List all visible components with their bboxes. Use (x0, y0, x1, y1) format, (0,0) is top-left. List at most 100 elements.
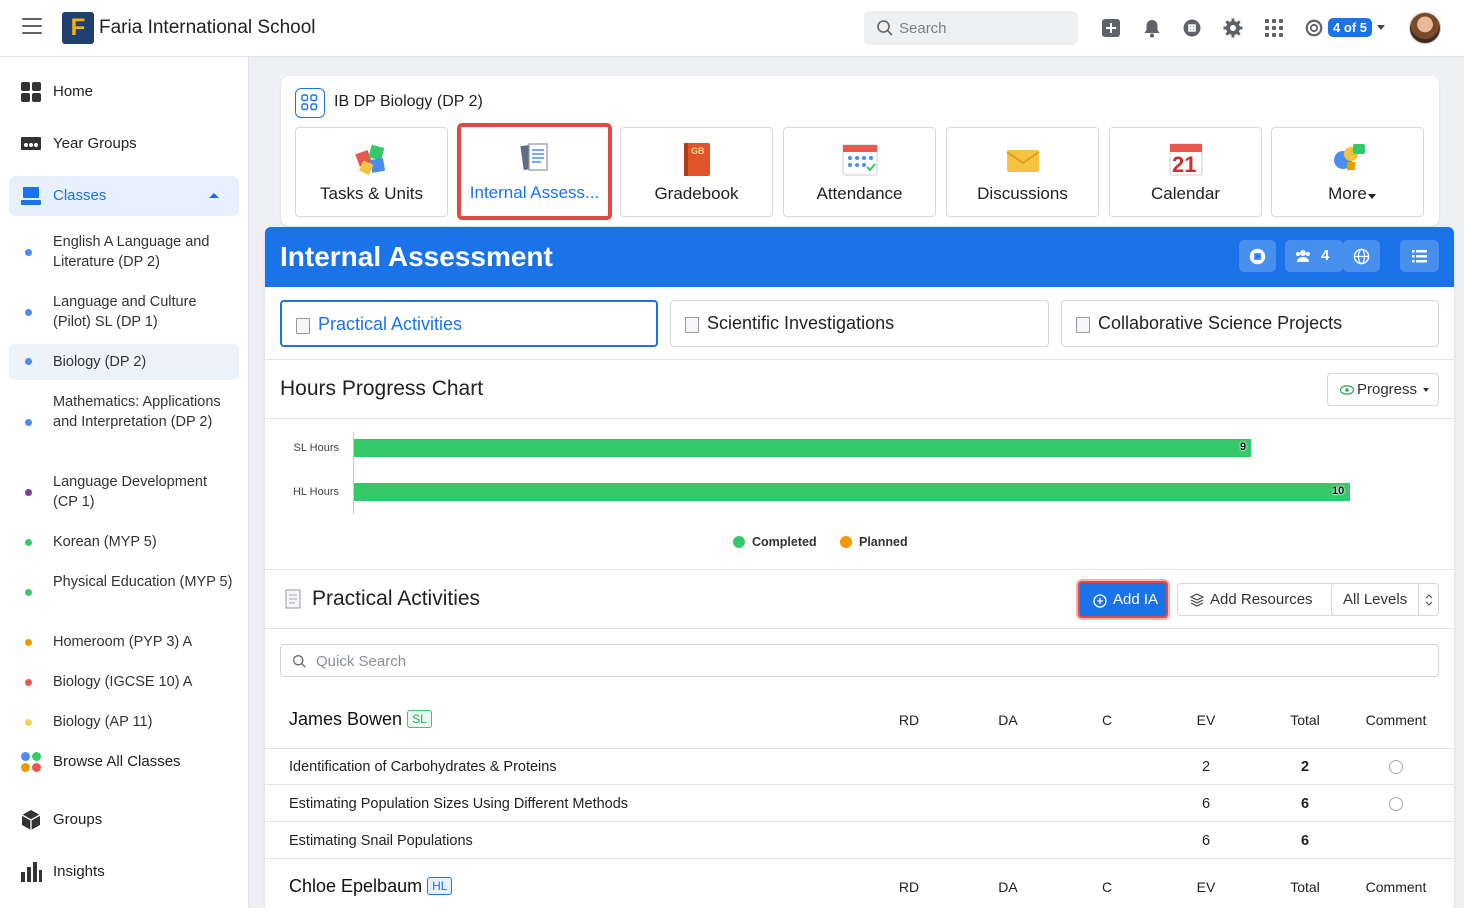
class-apps-icon[interactable] (295, 88, 325, 118)
groups-cube-icon (21, 810, 41, 830)
chart-bar[interactable] (354, 439, 1251, 457)
legend-completed[interactable]: Completed (733, 535, 817, 549)
chat-icon[interactable] (1181, 17, 1203, 39)
chart-bar[interactable] (354, 483, 1350, 501)
progress-dropdown[interactable]: Progress (1327, 373, 1439, 406)
class-color-dot (25, 679, 32, 686)
tab-practical-activities[interactable]: Practical Activities (280, 300, 658, 347)
sidebar-class-item[interactable]: Biology (AP 11) (9, 710, 239, 734)
sidebar-class-item[interactable]: Language and Culture (Pilot) SL (DP 1) (9, 290, 239, 334)
sidebar-class-item[interactable]: English A Language and Literature (DP 2) (9, 230, 239, 274)
chat-button[interactable] (1239, 240, 1276, 272)
tile-tasks-units[interactable]: Tasks & Units (295, 127, 448, 217)
levels-select[interactable]: All Levels (1331, 583, 1439, 616)
chat-icon (1249, 248, 1266, 265)
globe-button[interactable] (1343, 240, 1380, 272)
sidebar-item-year-groups[interactable]: Year Groups (9, 124, 239, 164)
search-placeholder: Search (899, 20, 947, 37)
activity-row-label[interactable]: Estimating Snail Populations (289, 833, 473, 849)
add-resources-button[interactable]: Add Resources (1177, 583, 1337, 616)
quick-search-input[interactable]: Quick Search (280, 644, 1439, 677)
activity-row-label[interactable]: Identification of Carbohydrates & Protei… (289, 759, 557, 775)
tab-scientific-investigations[interactable]: Scientific Investigations (670, 300, 1049, 347)
level-badge: HL (427, 877, 453, 895)
tile-calendar[interactable]: 21 Calendar (1109, 127, 1262, 217)
list-view-button[interactable] (1400, 240, 1439, 272)
school-logo[interactable]: F (62, 12, 94, 44)
home-dashboard-icon (21, 82, 41, 102)
apps-grid-icon[interactable] (1263, 17, 1285, 39)
chevron-up-icon[interactable] (209, 192, 219, 199)
chevron-down-icon (1368, 194, 1376, 199)
sidebar-class-item[interactable]: Mathematics: Applications and Interpreta… (9, 390, 239, 454)
column-header: Comment (1365, 712, 1427, 728)
members-count: 4 (1321, 247, 1330, 264)
gradebook-badge: GB (691, 146, 705, 156)
total-cell: 6 (1300, 833, 1310, 849)
tile-discussions[interactable]: Discussions (946, 127, 1099, 217)
internal-assessment-panel: Internal Assessment 4 Practical Activiti… (265, 227, 1454, 908)
sidebar-item-label: Classes (53, 187, 107, 204)
column-header: C (1101, 879, 1113, 895)
sidebar-class-item[interactable]: Biology (DP 2) (9, 344, 239, 380)
comment-icon[interactable] (1389, 760, 1403, 774)
class-color-dot (25, 249, 32, 256)
sidebar-item-groups[interactable]: Groups (9, 800, 239, 840)
user-avatar[interactable] (1409, 12, 1441, 44)
sidebar: Home Year Groups Classes English A Langu… (0, 57, 249, 908)
divider (265, 628, 1454, 629)
document-icon (685, 317, 699, 333)
add-icon[interactable] (1100, 17, 1122, 39)
sidebar-class-item[interactable]: Homeroom (PYP 3) A (9, 630, 239, 654)
bar-value-label: 10 (1332, 485, 1345, 497)
column-header: DA (998, 712, 1018, 728)
sidebar-class-item[interactable]: Physical Education (MYP 5) (9, 570, 239, 614)
school-name[interactable]: Faria International School (99, 17, 316, 39)
sidebar-item-label: Home (53, 83, 94, 100)
quick-search-placeholder: Quick Search (316, 653, 407, 670)
tile-label: Gradebook (654, 184, 739, 203)
envelope-icon (1006, 150, 1040, 172)
tile-gradebook[interactable]: GB Gradebook (620, 127, 773, 217)
browse-classes-icon (21, 752, 41, 772)
activity-row-label[interactable]: Estimating Population Sizes Using Differ… (289, 796, 628, 812)
student-name[interactable]: Chloe Epelbaum HL (289, 876, 453, 897)
class-label: Korean (MYP 5) (53, 534, 157, 550)
sidebar-class-item[interactable]: Language Development (CP 1) (9, 470, 239, 514)
account-count-badge[interactable]: 4 of 5 (1328, 18, 1372, 37)
comment-icon[interactable] (1389, 797, 1403, 811)
help-lifebuoy-icon[interactable] (1304, 17, 1324, 39)
student-name[interactable]: James Bowen SL (289, 709, 432, 730)
ev-cell: 2 (1201, 759, 1211, 775)
sidebar-item-home[interactable]: Home (9, 72, 239, 112)
sort-arrows-icon (1425, 594, 1433, 606)
sidebar-item-insights[interactable]: Insights (9, 852, 239, 892)
search-input[interactable]: Search (864, 11, 1078, 45)
total-cell: 6 (1300, 796, 1310, 812)
settings-gear-icon[interactable] (1222, 17, 1244, 39)
top-bar: F Faria International School Search 4 of… (0, 0, 1464, 57)
members-button[interactable]: 4 (1285, 240, 1343, 272)
bar-category-label: SL Hours (293, 442, 339, 454)
sidebar-class-item[interactable]: Biology (IGCSE 10) A (9, 670, 239, 694)
tile-more[interactable]: More (1271, 127, 1424, 217)
add-ia-button[interactable]: Add IA (1078, 581, 1168, 618)
layers-icon (1190, 593, 1204, 607)
sidebar-class-item[interactable]: Korean (MYP 5) (9, 530, 239, 554)
tile-internal-assessment[interactable]: Internal Assess... (458, 124, 611, 219)
tile-label: Tasks & Units (320, 184, 423, 203)
tile-attendance[interactable]: Attendance (783, 127, 936, 217)
menu-icon[interactable] (22, 18, 42, 38)
divider (265, 858, 1454, 859)
notifications-bell-icon[interactable] (1141, 17, 1163, 39)
chevron-down-icon[interactable] (1377, 25, 1385, 30)
chart-section-title: Hours Progress Chart (280, 377, 484, 400)
tab-collaborative-science-projects[interactable]: Collaborative Science Projects (1061, 300, 1439, 347)
puzzle-icon (355, 144, 386, 175)
sidebar-item-classes[interactable]: Classes (9, 176, 239, 216)
student-name-text: Chloe Epelbaum (289, 876, 423, 896)
total-cell: 2 (1300, 759, 1310, 775)
legend-planned[interactable]: Planned (840, 535, 908, 549)
sidebar-item-browse-all-classes[interactable]: Browse All Classes (9, 742, 239, 782)
class-color-dot (25, 539, 32, 546)
